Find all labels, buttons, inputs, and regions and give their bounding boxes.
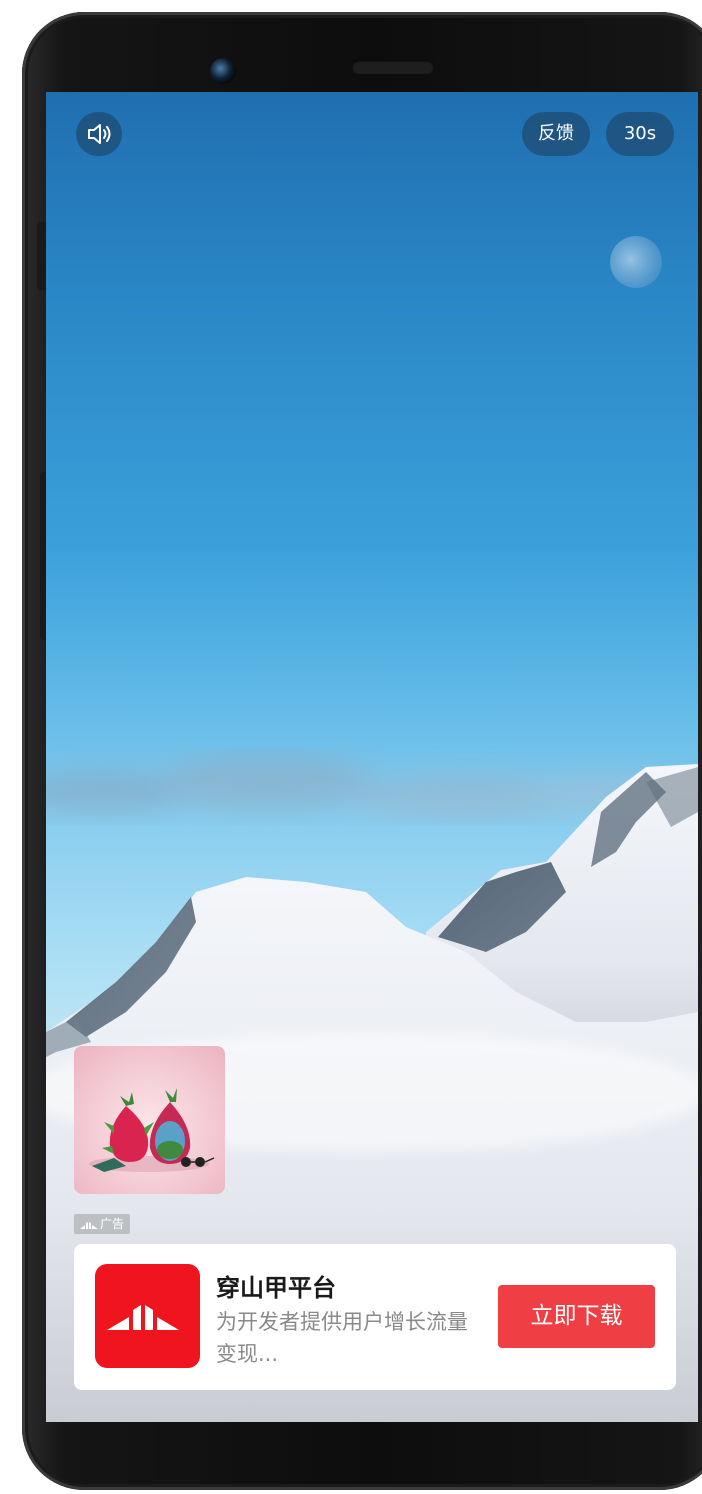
feedback-button[interactable]: 反馈 [522,112,590,156]
ad-card[interactable]: 穿山甲平台 为开发者提供用户增长流量变现... 立即下载 [74,1244,676,1390]
sound-toggle-button[interactable] [76,112,122,156]
front-camera [210,58,236,84]
moon [610,236,662,288]
clouds [46,754,686,819]
ad-badge: 广告 [74,1214,131,1234]
dragon-fruit-image [89,1088,215,1172]
ad-badge-text: 广告 [100,1217,125,1231]
earpiece-speaker [352,60,434,74]
speaker-icon [88,124,111,144]
pangle-logo-icon [80,1221,98,1229]
splash-ad-screen[interactable]: 反馈 30s 广告 穿山甲平台 为开发者提供用户增长流量变现... 立即下载 [46,92,698,1422]
ad-thumbnail-image[interactable] [74,1046,225,1194]
app-description: 为开发者提供用户增长流量变现... [216,1310,468,1366]
download-button[interactable]: 立即下载 [498,1285,655,1348]
pangle-logo-icon [107,1305,179,1330]
app-icon[interactable] [95,1264,200,1368]
app-title: 穿山甲平台 [216,1274,336,1302]
mountain-background [46,236,698,1422]
countdown-skip-button[interactable]: 30s [606,112,674,156]
